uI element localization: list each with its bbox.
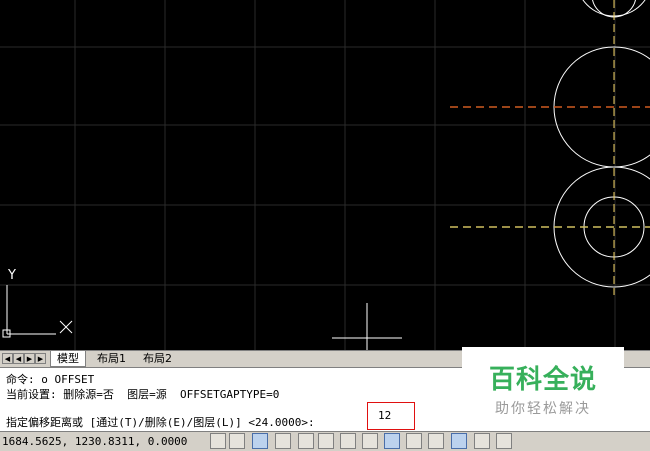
- otrack-icon[interactable]: [340, 433, 356, 449]
- watermark-logo: 百科全说 助你轻松解决: [462, 347, 624, 423]
- am-icon[interactable]: [474, 433, 490, 449]
- command-prompt: 指定偏移距离或 [通过(T)/删除(E)/图层(L)] <24.0000>:: [6, 416, 315, 429]
- next-icon[interactable]: ▶: [24, 353, 35, 364]
- ucs-icon: [2, 285, 73, 338]
- crosshair-cursor: [332, 303, 402, 350]
- ducs-icon[interactable]: [362, 433, 378, 449]
- watermark-title: 百科全说: [488, 365, 597, 395]
- first-icon[interactable]: ◀: [2, 353, 13, 364]
- grid-display-icon[interactable]: [229, 433, 245, 449]
- command-history-line-2: 当前设置: 删除源=否 图层=源 OFFSETGAPTYPE=0: [6, 388, 280, 401]
- snap-icon[interactable]: [210, 433, 226, 449]
- tab-model[interactable]: 模型: [50, 351, 86, 367]
- cursor-coordinates: 1684.5625, 1230.8311, 0.0000: [2, 435, 188, 448]
- dyn-icon[interactable]: [384, 433, 400, 449]
- polar-icon[interactable]: [298, 433, 314, 449]
- drawing-canvas[interactable]: Y: [0, 0, 650, 350]
- tab-layout1[interactable]: 布局1: [91, 351, 132, 366]
- ucs-y-label: Y: [7, 268, 16, 283]
- sc-icon[interactable]: [451, 433, 467, 449]
- watermark-subtitle: 助你轻松解决: [495, 401, 591, 417]
- last-icon[interactable]: ▶: [35, 353, 46, 364]
- grid-icon[interactable]: [252, 433, 268, 449]
- tpy-icon[interactable]: [496, 433, 512, 449]
- tab-layout2[interactable]: 布局2: [137, 351, 178, 366]
- command-input[interactable]: 12: [367, 402, 415, 430]
- ortho-icon[interactable]: [275, 433, 291, 449]
- prev-icon[interactable]: ◀: [13, 353, 24, 364]
- qp-icon[interactable]: [428, 433, 444, 449]
- lineweight-icon[interactable]: [406, 433, 422, 449]
- circle-top[interactable]: [576, 0, 650, 17]
- status-bar: 1684.5625, 1230.8311, 0.0000: [0, 431, 650, 451]
- drawing-svg[interactable]: Y: [0, 0, 650, 350]
- command-history-line-1: 命令: o OFFSET: [6, 373, 95, 386]
- grid-lines: [0, 0, 650, 350]
- osnap-icon[interactable]: [318, 433, 334, 449]
